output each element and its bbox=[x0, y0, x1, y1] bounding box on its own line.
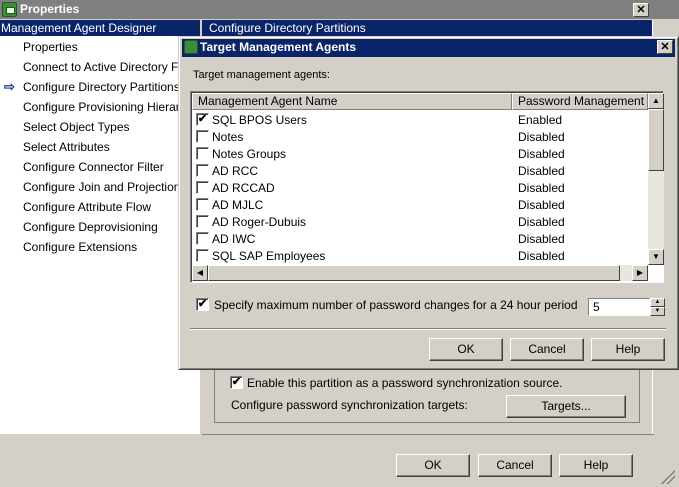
row-checkbox[interactable] bbox=[196, 215, 209, 228]
row-checkbox[interactable] bbox=[196, 198, 209, 211]
agent-password-status: Disabled bbox=[518, 164, 565, 178]
window-close-button[interactable]: ✕ bbox=[633, 3, 649, 17]
header-divider bbox=[200, 20, 202, 36]
dialog-separator bbox=[190, 328, 666, 330]
nav-item-connect-forest[interactable]: Connect to Active Directory Forest bbox=[23, 60, 200, 74]
agent-name: Notes Groups bbox=[212, 147, 287, 161]
max-changes-checkbox[interactable]: ✔ bbox=[196, 298, 209, 311]
nav-item-object-types[interactable]: Select Object Types bbox=[23, 120, 130, 134]
row-checkbox[interactable] bbox=[196, 130, 209, 143]
agent-name: SQL SAP Employees bbox=[212, 249, 326, 263]
dialog-app-icon bbox=[184, 40, 198, 54]
configure-targets-label: Configure password synchronization targe… bbox=[231, 398, 468, 412]
spin-down-icon[interactable]: ▼ bbox=[650, 307, 665, 316]
scroll-down-icon[interactable]: ▼ bbox=[648, 249, 664, 265]
agent-name: AD Roger-Dubuis bbox=[212, 215, 307, 229]
column-header-name[interactable]: Management Agent Name bbox=[192, 93, 512, 110]
header-left-label: Management Agent Designer bbox=[1, 21, 157, 35]
agent-name: SQL BPOS Users bbox=[212, 113, 307, 127]
targets-button[interactable]: Targets... bbox=[506, 395, 626, 418]
row-checkbox[interactable] bbox=[196, 181, 209, 194]
dialog-close-button[interactable]: ✕ bbox=[657, 40, 673, 54]
window-title: Properties bbox=[20, 2, 80, 16]
dialog-ok-button[interactable]: OK bbox=[429, 338, 503, 361]
nav-item-attributes[interactable]: Select Attributes bbox=[23, 140, 110, 154]
spin-up-icon[interactable]: ▲ bbox=[650, 298, 665, 307]
nav-item-directory-partitions[interactable]: Configure Directory Partitions bbox=[23, 80, 180, 94]
enable-partition-checkbox[interactable]: ✔ bbox=[230, 376, 243, 389]
cancel-button[interactable]: Cancel bbox=[478, 454, 552, 477]
agent-password-status: Disabled bbox=[518, 215, 565, 229]
nav-item-attribute-flow[interactable]: Configure Attribute Flow bbox=[23, 200, 151, 214]
agent-name: AD RCC bbox=[212, 164, 259, 178]
nav-pane: ⇨ Properties Connect to Active Directory… bbox=[0, 36, 200, 434]
app-icon bbox=[2, 2, 17, 17]
row-checkbox[interactable] bbox=[196, 232, 209, 245]
agent-password-status: Disabled bbox=[518, 147, 565, 161]
vertical-scroll-thumb[interactable] bbox=[648, 109, 664, 171]
agent-password-status: Disabled bbox=[518, 198, 565, 212]
properties-title-bar bbox=[0, 0, 679, 19]
help-button[interactable]: Help bbox=[559, 454, 633, 477]
dialog-title: Target Management Agents bbox=[200, 40, 357, 54]
agent-name: AD IWC bbox=[212, 232, 256, 246]
row-checkbox[interactable] bbox=[196, 164, 209, 177]
horizontal-scroll-thumb[interactable] bbox=[208, 265, 620, 281]
nav-item-provisioning-hierarchy[interactable]: Configure Provisioning Hierarchy bbox=[23, 100, 198, 114]
content-bottom-border bbox=[202, 434, 654, 435]
agent-password-status: Disabled bbox=[518, 130, 565, 144]
enable-partition-label: Enable this partition as a password sync… bbox=[247, 376, 563, 390]
nav-item-deprovisioning[interactable]: Configure Deprovisioning bbox=[23, 220, 158, 234]
scroll-up-icon[interactable]: ▲ bbox=[648, 93, 664, 109]
dialog-help-button[interactable]: Help bbox=[591, 338, 665, 361]
row-checkbox[interactable] bbox=[196, 249, 209, 262]
column-header-password[interactable]: Password Management bbox=[512, 93, 648, 110]
dialog-cancel-button[interactable]: Cancel bbox=[510, 338, 584, 361]
resize-grip[interactable] bbox=[659, 468, 675, 484]
agent-name: AD RCCAD bbox=[212, 181, 275, 195]
row-checkbox[interactable]: ✔ bbox=[196, 113, 209, 126]
agent-name: Notes bbox=[212, 130, 244, 144]
max-changes-input[interactable]: 5 bbox=[588, 298, 650, 316]
ok-button[interactable]: OK bbox=[396, 454, 470, 477]
agent-password-status: Disabled bbox=[518, 232, 565, 246]
list-label: Target management agents: bbox=[193, 69, 330, 81]
nav-item-extensions[interactable]: Configure Extensions bbox=[23, 240, 137, 254]
nav-item-properties[interactable]: Properties bbox=[23, 40, 78, 54]
max-changes-label: Specify maximum number of password chang… bbox=[214, 298, 578, 312]
nav-item-join-projection[interactable]: Configure Join and Projection Rules bbox=[23, 180, 200, 194]
scroll-left-icon[interactable]: ◀ bbox=[192, 265, 208, 281]
header-right-label: Configure Directory Partitions bbox=[209, 21, 366, 35]
row-checkbox[interactable] bbox=[196, 147, 209, 160]
scroll-right-icon[interactable]: ▶ bbox=[632, 265, 648, 281]
agent-name: AD MJLC bbox=[212, 198, 264, 212]
agent-password-status: Disabled bbox=[518, 181, 565, 195]
selected-arrow-icon: ⇨ bbox=[4, 79, 15, 94]
agent-password-status: Disabled bbox=[518, 249, 565, 263]
nav-item-connector-filter[interactable]: Configure Connector Filter bbox=[23, 160, 164, 174]
agent-password-status: Enabled bbox=[518, 113, 563, 127]
